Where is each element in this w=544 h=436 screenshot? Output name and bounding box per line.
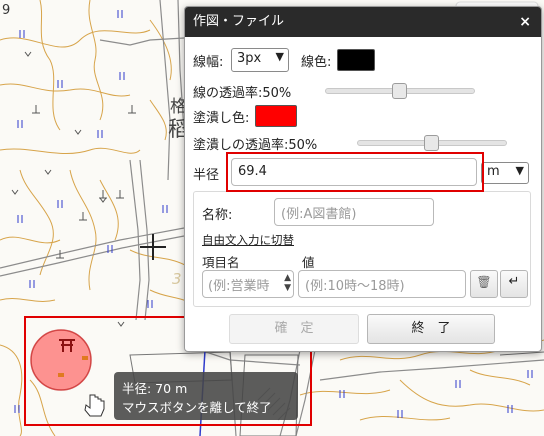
line-width-select[interactable]: 3px ▼ <box>231 48 289 72</box>
name-input[interactable]: (例:A図書館) <box>274 198 434 226</box>
line-color-swatch[interactable] <box>337 49 375 71</box>
tooltip-instruction-text: マウスボタンを離して終了 <box>122 400 272 415</box>
fill-opacity-label: 塗潰しの透過率:50% <box>193 138 318 153</box>
dialog-title: 作図・ファイル <box>193 14 285 29</box>
enter-icon: ↵ <box>508 274 520 289</box>
finish-button[interactable]: 終 了 <box>367 314 495 344</box>
close-icon[interactable]: × <box>519 7 531 37</box>
line-opacity-label: 線の透過率:50% <box>193 86 292 101</box>
item-name-header: 項目名 <box>202 255 240 270</box>
trash-icon: 🗑 <box>476 275 492 289</box>
item-name-placeholder: (例:営業時 <box>208 279 270 294</box>
attribute-panel: 名称: (例:A図書館) 自由文入力に切替 項目名 値 (例:営業時 ▲ ▼ (例… <box>193 191 531 307</box>
fill-color-swatch[interactable] <box>255 105 297 127</box>
line-width-label: 線幅: <box>193 55 224 70</box>
chevron-down-icon: ▼ <box>515 164 524 177</box>
enter-button[interactable]: ↵ <box>500 270 528 298</box>
highlight-box-radius <box>226 152 484 192</box>
fill-opacity-slider[interactable] <box>357 135 507 151</box>
finish-button-label: 終 了 <box>411 321 451 336</box>
line-opacity-slider[interactable] <box>325 83 475 99</box>
value-header: 値 <box>302 255 315 270</box>
name-input-placeholder: (例:A図書館) <box>281 207 357 222</box>
value-input[interactable]: (例:10時〜18時) <box>298 270 466 298</box>
line-color-label: 線色: <box>301 55 332 70</box>
radius-label: 半径 <box>193 168 220 183</box>
chevron-down-icon: ▼ <box>275 50 284 63</box>
free-text-link[interactable]: 自由文入力に切替 <box>202 232 294 248</box>
fill-color-label: 塗潰し色: <box>193 111 250 126</box>
dialog-titlebar[interactable]: 作図・ファイル × <box>185 7 541 37</box>
spinner-icon[interactable]: ▲ ▼ <box>284 273 291 293</box>
map-corner-number: 9 <box>2 3 10 18</box>
line-width-value: 3px <box>237 51 262 66</box>
confirm-button[interactable]: 確 定 <box>229 314 359 344</box>
map-faded-number: 3 <box>172 270 182 288</box>
line-opacity-slider-knob[interactable] <box>392 83 407 99</box>
value-placeholder: (例:10時〜18時) <box>305 279 405 294</box>
fill-opacity-slider-knob[interactable] <box>424 135 439 151</box>
delete-row-button[interactable]: 🗑 <box>470 270 498 298</box>
radius-unit-value: m <box>487 164 500 179</box>
radius-unit-select[interactable]: m ▼ <box>481 162 529 184</box>
radius-tooltip: 半径: 70 m マウスボタンを離して終了 <box>114 372 298 420</box>
tooltip-radius-text: 半径: 70 m <box>122 381 188 396</box>
name-label: 名称: <box>202 208 233 223</box>
item-name-input[interactable]: (例:営業時 ▲ ▼ <box>202 270 294 298</box>
confirm-button-label: 確 定 <box>274 321 314 336</box>
